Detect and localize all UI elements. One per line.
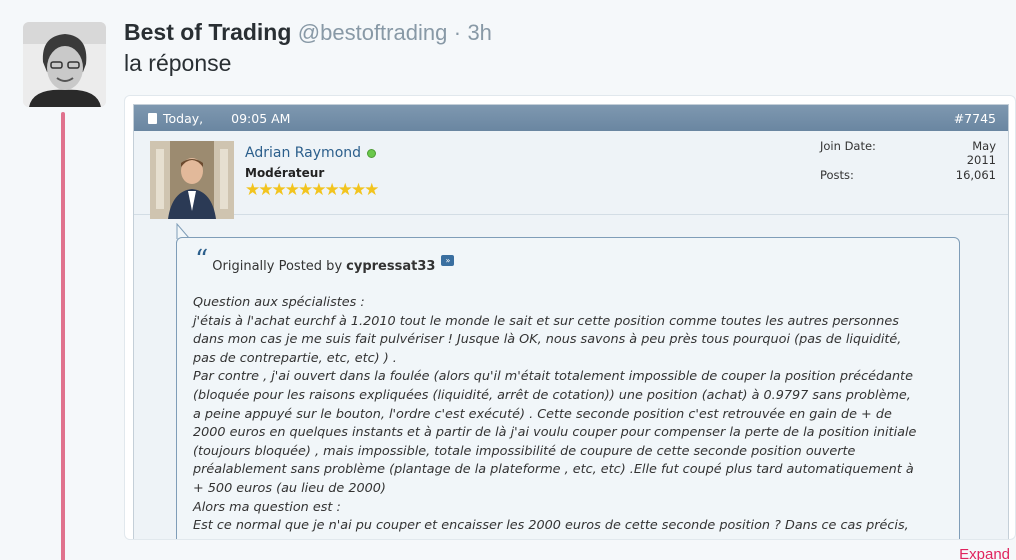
star-rating: ★★★★★★★★★★ — [245, 180, 379, 200]
author-handle[interactable]: @bestoftrading — [298, 20, 448, 45]
username-link[interactable]: Adrian Raymond — [245, 145, 361, 161]
post-date: Today, — [163, 110, 204, 126]
quote-line: a peine appuyé sur le bouton, l'ordre c'… — [193, 406, 892, 422]
quote-line: Par contre , j'ai ouvert dans la foulée … — [193, 369, 913, 385]
post-header-bar: Today, 09:05 AM #7745 — [134, 105, 1008, 131]
post-username[interactable]: Adrian Raymond — [245, 145, 377, 161]
view-post-icon[interactable]: » — [441, 255, 455, 266]
quote-line: Question aux spécialistes : — [193, 295, 365, 310]
quote-author: cypressat33 — [346, 259, 436, 274]
quote-line: Alors ma question est : — [193, 499, 341, 515]
author-name[interactable]: Best of Trading — [124, 19, 291, 45]
quote-icon: “ — [195, 245, 209, 275]
forum-post-screenshot: Today, 09:05 AM #7745 Adrian Raymond Mod… — [133, 104, 1009, 539]
post-time: 09:05 AM — [231, 110, 291, 126]
post-user-info: Adrian Raymond Modérateur ★★★★★★★★★★ Joi… — [134, 131, 1008, 219]
quote-line: pas de contrepartie, etc, etc) ) . — [193, 350, 397, 366]
meta-separator: · — [453, 20, 462, 45]
expand-link[interactable]: Expand — [959, 546, 1010, 560]
quote-line: dans mon cas je me suis fait pulvériser … — [193, 332, 902, 348]
online-status-icon — [367, 148, 377, 158]
quote-box: “ Originally Posted by cypressat33 » Que… — [176, 237, 960, 539]
avatar[interactable] — [23, 22, 106, 107]
user-title: Modérateur — [245, 166, 325, 180]
quote-line: (toujours bloquée) , mais impossible, to… — [193, 443, 856, 459]
quote-line: 2000 euros en quelques instants et à par… — [193, 425, 917, 441]
document-icon — [148, 112, 157, 124]
tweet-media-image[interactable]: Today, 09:05 AM #7745 Adrian Raymond Mod… — [124, 95, 1016, 540]
posts-label: Posts: — [820, 168, 854, 182]
quote-line: + 500 euros (au lieu de 2000) — [193, 480, 386, 496]
quote-line: (bloquée pour les raisons expliquées (li… — [193, 387, 911, 403]
quote-header: “ Originally Posted by cypressat33 » — [195, 247, 455, 274]
quote-line: j'étais à l'achat eurchf à 1.2010 tout l… — [193, 313, 899, 329]
join-date-label: Join Date: — [820, 139, 876, 153]
tweet-timestamp[interactable]: 3h — [467, 20, 491, 45]
post-number: #7745 — [953, 110, 996, 126]
quote-line: Est ce normal que je n'ai pu couper et e… — [193, 518, 909, 534]
quote-text: Question aux spécialistes : j'étais à l'… — [193, 294, 953, 536]
quote-line: préalablement sans problème (plantage de… — [193, 462, 914, 478]
tweet-header: Best of Trading @bestoftrading · 3h — [124, 17, 492, 48]
conversation-thread-line — [61, 112, 65, 560]
user-photo — [150, 141, 234, 219]
posts-value: 16,061 — [955, 168, 996, 182]
tweet-text: la réponse — [124, 50, 232, 76]
quote-intro: Originally Posted by — [212, 259, 343, 274]
join-date-value: May 2011 — [966, 139, 996, 167]
user-stats: Join Date: May 2011 Posts: 16,061 — [820, 139, 996, 182]
